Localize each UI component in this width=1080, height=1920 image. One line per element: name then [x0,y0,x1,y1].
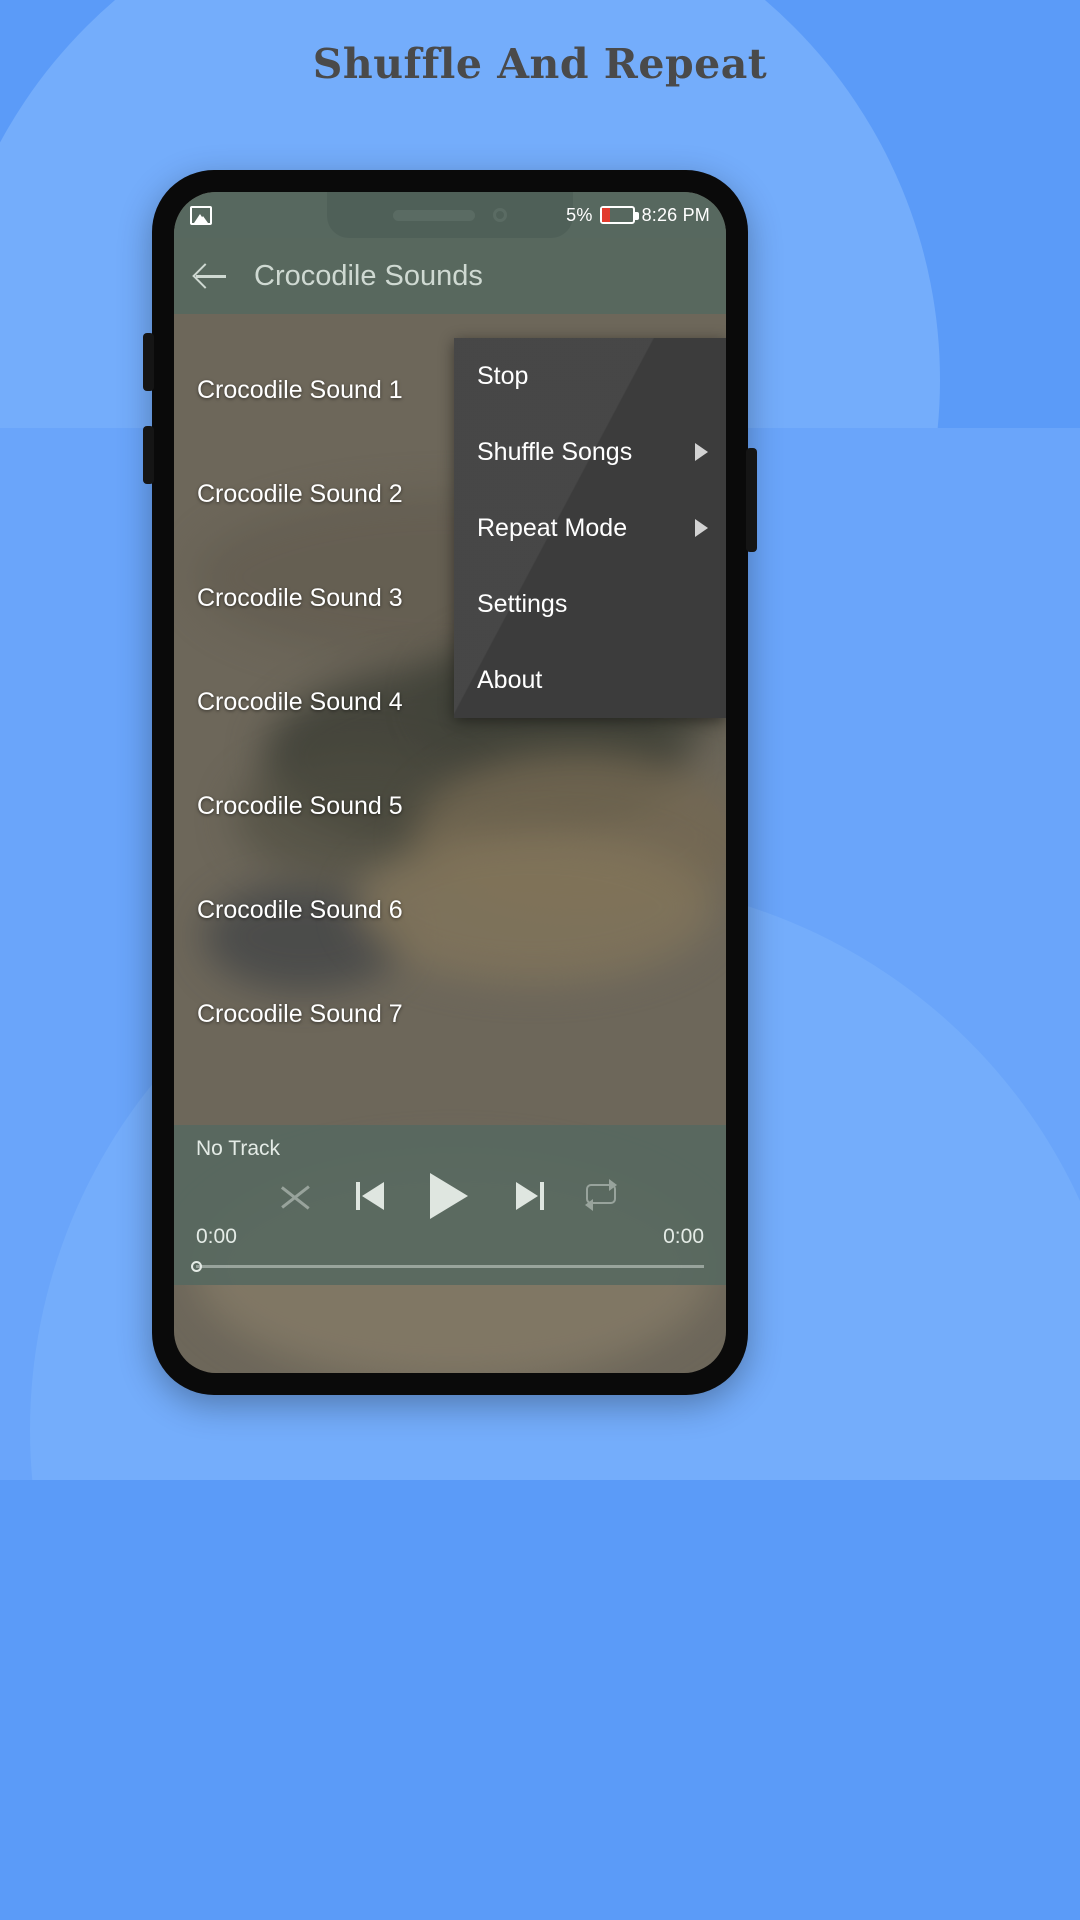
chevron-right-icon [695,519,708,537]
song-title: Crocodile Sound 3 [197,583,403,612]
seek-bar[interactable] [191,1261,704,1272]
power-button[interactable] [746,448,757,552]
app-bar: Crocodile Sounds [174,238,726,314]
now-playing-title: No Track [196,1137,281,1160]
menu-item-label: Stop [477,361,529,390]
previous-track-icon[interactable] [356,1180,388,1212]
menu-item-about[interactable]: About [454,642,726,718]
total-time-label: 0:00 [663,1225,704,1248]
repeat-icon[interactable] [585,1179,617,1211]
player-times: 0:00 0:00 [174,1225,726,1249]
shuffle-icon[interactable] [281,1182,314,1210]
song-title: Crocodile Sound 7 [197,999,403,1028]
song-title: Crocodile Sound 4 [197,687,403,716]
menu-item-label: Settings [477,589,568,618]
player-bar: No Track 0:00 0:00 [174,1125,726,1285]
menu-item-stop[interactable]: Stop [454,338,726,414]
back-arrow-icon[interactable] [194,259,228,293]
phone-screen: Crocodile Sound 1 Crocodile Sound 2 Croc… [174,192,726,1373]
play-icon[interactable] [430,1173,470,1219]
player-controls [174,1173,726,1219]
menu-item-label: About [477,665,543,694]
app-container: Crocodile Sound 1 Crocodile Sound 2 Croc… [174,192,726,1373]
volume-down-button[interactable] [143,426,154,484]
song-title: Crocodile Sound 2 [197,479,403,508]
page-title: Shuffle And Repeat [312,40,768,88]
clock-label: 8:26 PM [641,204,710,225]
phone-mockup: Crocodile Sound 1 Crocodile Sound 2 Croc… [143,170,757,1395]
seek-bar-handle[interactable] [191,1261,202,1272]
status-bar: 5% 8:26 PM [174,192,726,238]
status-bar-left [190,205,212,225]
battery-percent-label: 5% [566,204,593,225]
app-bar-title: Crocodile Sounds [254,259,483,292]
volume-up-button[interactable] [143,333,154,391]
list-item[interactable]: Crocodile Sound 5 [174,774,726,838]
song-title: Crocodile Sound 6 [197,895,403,924]
list-item[interactable]: Crocodile Sound 7 [174,982,726,1046]
chevron-right-icon [695,443,708,461]
battery-icon [599,206,639,224]
image-icon [190,205,212,225]
deco-band-bottom [0,1480,1080,1920]
elapsed-time-label: 0:00 [196,1225,237,1248]
song-title: Crocodile Sound 5 [197,791,403,820]
song-title: Crocodile Sound 1 [197,375,403,404]
menu-item-repeat-mode[interactable]: Repeat Mode [454,490,726,566]
menu-item-label: Repeat Mode [477,513,628,542]
status-bar-right: 5% 8:26 PM [566,205,710,226]
overflow-menu[interactable]: Stop Shuffle Songs Repeat Mode Settings … [454,338,726,718]
menu-item-shuffle-songs[interactable]: Shuffle Songs [454,414,726,490]
menu-item-label: Shuffle Songs [477,437,633,466]
next-track-icon[interactable] [512,1180,544,1212]
list-item[interactable]: Crocodile Sound 6 [174,878,726,942]
menu-item-settings[interactable]: Settings [454,566,726,642]
